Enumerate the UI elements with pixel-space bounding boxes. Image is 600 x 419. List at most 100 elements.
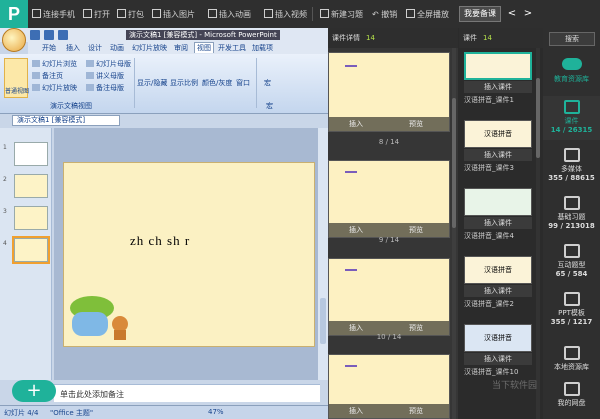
insert-image-button[interactable]: 插入图片 — [152, 9, 195, 20]
insert-courseware-button[interactable]: 插入课件 — [464, 353, 532, 365]
slide-card[interactable]: 插入 预览 — [328, 354, 450, 419]
insert-video-button[interactable]: 插入视频 — [264, 9, 307, 20]
preview-button[interactable]: 预览 — [409, 117, 423, 131]
zoom-level[interactable]: 47% — [208, 408, 224, 416]
scrollbar-thumb[interactable] — [320, 298, 326, 344]
slide-card[interactable]: 插入 预览 — [328, 160, 450, 238]
slide-browse-button[interactable]: 幻灯片浏览 — [32, 59, 77, 69]
insert-courseware-button[interactable]: 插入课件 — [464, 149, 532, 161]
card-decoration — [345, 365, 357, 367]
tab-insert[interactable]: 插入 — [66, 43, 80, 53]
courseware-thumbnail[interactable] — [464, 188, 532, 216]
preview-button[interactable]: 预览 — [409, 223, 423, 237]
sidebar-item-multimedia[interactable]: 多媒体 355 / 88615 — [543, 144, 600, 188]
notes-page-button[interactable]: 备注页 — [32, 71, 63, 81]
detail-scrollbar[interactable] — [452, 48, 456, 419]
sidebar-item-my-netdisk[interactable]: 我的网盘 — [543, 380, 600, 416]
preview-button[interactable]: 预览 — [409, 404, 423, 418]
insert-courseware-button[interactable]: 插入课件 — [464, 81, 532, 93]
sidebar-item-interactive[interactable]: 互动题型 65 / 584 — [543, 240, 600, 284]
tab-view[interactable]: 视图 — [194, 42, 214, 53]
new-exercise-button[interactable]: 新建习题 — [320, 9, 363, 20]
zoom-button[interactable]: 显示比例 — [170, 78, 198, 88]
document-tab[interactable]: 演示文稿1 [兼容模式] — [12, 115, 120, 126]
courseware-thumbnail[interactable]: 汉语拼音 — [464, 256, 532, 284]
courseware-name: 汉语拼音_课件1 — [464, 96, 514, 104]
prepare-lesson-button[interactable]: 我要备课 — [459, 6, 501, 22]
sidebar-item-ppt-templates[interactable]: PPT模板 355 / 1217 — [543, 288, 600, 332]
insert-courseware-button[interactable]: 插入课件 — [464, 285, 532, 297]
current-slide[interactable]: zh ch sh r — [63, 162, 315, 347]
slide-show-button[interactable]: 幻灯片放映 — [32, 83, 77, 93]
slide-thumbnail[interactable] — [14, 206, 48, 230]
add-button[interactable]: + — [12, 380, 56, 402]
next-arrow-icon[interactable]: > — [521, 6, 535, 22]
insert-button[interactable]: 插入 — [349, 117, 363, 131]
slide-editing-area: zh ch sh r — [54, 128, 320, 380]
courseware-thumbnail[interactable]: 汉语拼音 — [464, 120, 532, 148]
courseware-thumbnail[interactable] — [464, 52, 532, 80]
ribbon: 普通视图 幻灯片浏览 备注页 幻灯片放映 幻灯片母版 讲义母版 备注母版 演示文… — [0, 54, 328, 114]
tab-addins[interactable]: 加载项 — [252, 43, 273, 53]
save-icon[interactable] — [30, 30, 40, 40]
thumb-number: 1 — [3, 144, 7, 151]
show-hide-button[interactable]: 显示/隐藏 — [137, 78, 167, 88]
video-camera-icon — [563, 148, 580, 162]
slide-card[interactable]: 插入 预览 — [328, 52, 450, 132]
fullscreen-play-button[interactable]: 全屏播放 — [406, 9, 449, 20]
insert-animation-button[interactable]: 插入动画 — [208, 9, 251, 20]
scrollbar-thumb[interactable] — [536, 78, 540, 158]
tab-developer[interactable]: 开发工具 — [218, 43, 246, 53]
macro-button[interactable]: 宏 — [264, 78, 271, 88]
handout-master-button[interactable]: 讲义母版 — [86, 71, 124, 81]
sidebar-item-basic-exercises[interactable]: 基础习题 99 / 213018 — [543, 192, 600, 236]
courseware-thumbnail[interactable]: 汉语拼音 — [464, 324, 532, 352]
undo-button[interactable]: ↶ 撤销 — [372, 9, 397, 20]
tab-animation[interactable]: 动画 — [110, 43, 124, 53]
cloud-icon — [561, 58, 582, 70]
app-toolbar: P 连接手机 打开 打包 插入图片 插入动画 插入视频 新建习题 ↶ 撤销 全屏… — [0, 0, 600, 28]
card-decoration — [345, 269, 357, 271]
vertical-scrollbar[interactable] — [318, 128, 328, 380]
thumb-number: 3 — [3, 208, 7, 215]
thumb-number: 2 — [3, 176, 7, 183]
insert-button[interactable]: 插入 — [349, 404, 363, 418]
notes-input[interactable]: 单击此处添加备注 — [54, 384, 320, 402]
scrollbar-thumb[interactable] — [452, 98, 456, 228]
macro-group-label: 宏 — [266, 102, 273, 110]
package-button[interactable]: 打包 — [117, 9, 144, 20]
handout-master-icon — [86, 72, 94, 79]
tab-design[interactable]: 设计 — [88, 43, 102, 53]
slide-card[interactable]: 插入 预览 — [328, 258, 450, 336]
education-resource-library[interactable]: 教育资源库 — [543, 52, 600, 94]
window-button[interactable]: 窗口 — [236, 78, 250, 88]
redo-icon[interactable] — [58, 30, 68, 40]
normal-view-button[interactable]: 普通视图 — [4, 58, 29, 98]
tab-home[interactable]: 开始 — [42, 43, 56, 53]
sidebar-item-courseware[interactable]: 课件 14 / 26315 — [543, 96, 600, 140]
slide-thumbnail[interactable] — [14, 142, 48, 166]
color-gray-button[interactable]: 颜色/灰度 — [202, 78, 232, 88]
open-button[interactable]: 打开 — [83, 9, 110, 20]
slide-text[interactable]: zh ch sh r — [130, 233, 190, 249]
list-scrollbar[interactable] — [536, 48, 540, 419]
tab-review[interactable]: 审阅 — [174, 43, 188, 53]
office-button[interactable] — [2, 28, 26, 52]
search-button[interactable]: 搜索 — [549, 32, 595, 46]
powerpoint-window: 演示文稿1 [兼容模式] - Microsoft PowerPoint 开始 插… — [0, 28, 328, 419]
insert-courseware-button[interactable]: 插入课件 — [464, 217, 532, 229]
fullscreen-icon — [406, 9, 415, 18]
tab-slideshow[interactable]: 幻灯片放映 — [132, 43, 167, 53]
prev-arrow-icon[interactable]: < — [505, 6, 519, 22]
connect-phone-button[interactable]: 连接手机 — [32, 9, 75, 20]
ppt-icon — [563, 292, 580, 306]
slide-thumbnail[interactable] — [14, 174, 48, 198]
undo-icon: ↶ — [372, 10, 382, 19]
notes-master-button[interactable]: 备注母版 — [86, 83, 124, 93]
slide-master-button[interactable]: 幻灯片母版 — [86, 59, 131, 69]
plant-pot-illustration — [70, 296, 128, 340]
insert-button[interactable]: 插入 — [349, 223, 363, 237]
undo-icon[interactable] — [44, 30, 54, 40]
sidebar-item-local-library[interactable]: 本地资源库 — [543, 344, 600, 376]
slide-thumbnail-selected[interactable] — [12, 236, 50, 264]
